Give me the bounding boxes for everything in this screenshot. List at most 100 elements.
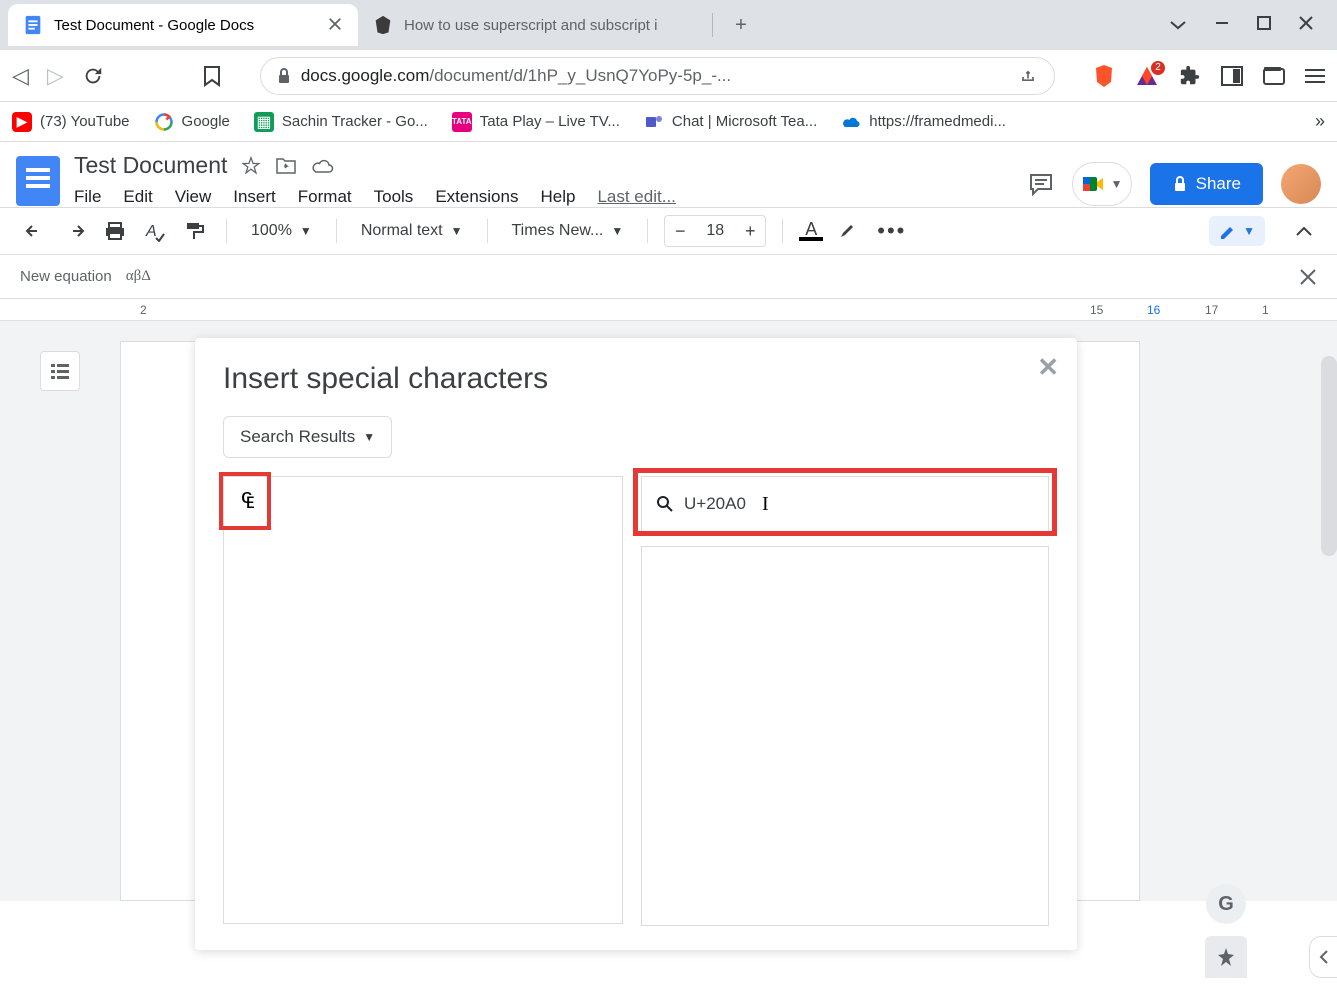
browser-tab-inactive[interactable]: How to use superscript and subscript i — [358, 4, 708, 46]
tab-bar: Test Document - Google Docs How to use s… — [0, 0, 1337, 50]
font-size-control: − 18 + — [664, 215, 766, 247]
highlight-button[interactable] — [833, 221, 863, 241]
extension-icons: 2 — [1093, 64, 1325, 88]
brave-shield-icon[interactable] — [1093, 64, 1115, 88]
bookmark-item[interactable]: Google — [154, 112, 230, 132]
category-dropdown[interactable]: Search Results ▼ — [223, 416, 392, 458]
draw-character-box[interactable] — [641, 546, 1049, 926]
close-window-icon[interactable] — [1299, 16, 1313, 34]
style-dropdown[interactable]: Normal text▼ — [353, 222, 471, 240]
back-button[interactable]: ◁ — [12, 63, 29, 89]
side-panel-expand[interactable] — [1309, 936, 1337, 978]
search-tabs-icon[interactable] — [1169, 16, 1187, 34]
url-bar[interactable]: docs.google.com/document/d/1hP_y_UsnQ7Yo… — [260, 57, 1055, 95]
browser-chrome: Test Document - Google Docs How to use s… — [0, 0, 1337, 142]
tab-separator — [712, 13, 713, 37]
tata-icon: TATA — [452, 112, 472, 132]
menu-help[interactable]: Help — [540, 187, 575, 207]
editing-mode-button[interactable]: ▼ — [1209, 216, 1265, 246]
menu-view[interactable]: View — [175, 187, 212, 207]
move-folder-icon[interactable] — [275, 157, 297, 175]
extensions-icon[interactable] — [1179, 65, 1201, 87]
close-equation-bar-icon[interactable] — [1299, 268, 1317, 286]
bookmarks-overflow-icon[interactable]: » — [1315, 111, 1325, 132]
bookmark-item[interactable]: TATA Tata Play – Live TV... — [452, 112, 620, 132]
share-url-icon[interactable] — [1018, 66, 1038, 86]
paint-format-button[interactable] — [180, 221, 210, 241]
nav-bar: ◁ ▷ docs.google.com/document/d/1hP_y_Usn… — [0, 50, 1337, 102]
comment-history-icon[interactable] — [1028, 172, 1054, 196]
maximize-icon[interactable] — [1257, 16, 1271, 34]
collapse-toolbar-button[interactable] — [1291, 225, 1317, 237]
dialog-title: Insert special characters — [223, 362, 1049, 396]
redo-button[interactable] — [60, 223, 90, 239]
close-icon[interactable] — [328, 17, 344, 33]
share-button[interactable]: Share — [1150, 163, 1263, 205]
character-result[interactable]: ₠ — [224, 477, 272, 525]
bookmark-icon[interactable] — [202, 65, 222, 87]
teams-icon — [644, 112, 664, 132]
brave-rewards-icon[interactable]: 2 — [1135, 65, 1159, 87]
tab-title: How to use superscript and subscript i — [404, 17, 694, 34]
dialog-close-button[interactable]: ✕ — [1037, 352, 1059, 383]
forward-button[interactable]: ▷ — [47, 63, 64, 89]
print-button[interactable] — [100, 221, 130, 241]
tab-title: Test Document - Google Docs — [54, 17, 318, 34]
brave-favicon-icon — [372, 14, 394, 36]
sheets-icon: ▦ — [254, 112, 274, 132]
account-avatar[interactable] — [1281, 164, 1321, 204]
special-characters-dialog: ✕ Insert special characters Search Resul… — [195, 338, 1077, 950]
docs-favicon-icon — [22, 14, 44, 36]
font-size-increase[interactable]: + — [735, 216, 765, 246]
cloud-status-icon[interactable] — [311, 157, 335, 175]
menu-file[interactable]: File — [74, 187, 101, 207]
bottom-widgets: G — [1205, 884, 1247, 978]
search-icon — [656, 495, 674, 513]
greek-letters-button[interactable]: αβΔ — [126, 268, 151, 285]
outline-toggle-button[interactable] — [40, 351, 80, 391]
bookmark-item[interactable]: ▶ (73) YouTube — [12, 112, 130, 132]
ruler[interactable]: 2 15 16 17 1 — [0, 299, 1337, 321]
bookmark-item[interactable]: ▦ Sachin Tracker - Go... — [254, 112, 428, 132]
bookmark-item[interactable]: https://framedmedi... — [841, 112, 1006, 132]
bookmark-item[interactable]: Chat | Microsoft Tea... — [644, 112, 817, 132]
vertical-scrollbar[interactable] — [1321, 356, 1337, 556]
menu-icon[interactable] — [1305, 68, 1325, 84]
undo-button[interactable] — [20, 223, 50, 239]
grammarly-icon[interactable]: G — [1206, 884, 1246, 924]
spellcheck-button[interactable]: A — [140, 220, 170, 242]
toolbar: A 100%▼ Normal text▼ Times New...▼ − 18 … — [0, 207, 1337, 255]
wallet-icon[interactable] — [1263, 66, 1285, 86]
svg-text:A: A — [145, 223, 157, 240]
new-equation-button[interactable]: New equation — [20, 268, 112, 285]
last-edit-link[interactable]: Last edit... — [597, 187, 675, 207]
star-icon[interactable] — [241, 156, 261, 176]
docs-logo-icon[interactable] — [16, 156, 60, 206]
character-search-box: I — [641, 476, 1049, 532]
sidebar-icon[interactable] — [1221, 66, 1243, 86]
minimize-icon[interactable] — [1215, 16, 1229, 34]
new-tab-button[interactable]: + — [725, 14, 757, 37]
font-size-decrease[interactable]: − — [665, 216, 695, 246]
lock-icon — [277, 68, 291, 84]
google-icon — [154, 112, 174, 132]
more-toolbar-button[interactable]: ••• — [873, 218, 910, 244]
character-search-input[interactable] — [684, 494, 1034, 514]
document-title[interactable]: Test Document — [74, 152, 227, 179]
menu-extensions[interactable]: Extensions — [435, 187, 518, 207]
character-grid: ₠ — [223, 476, 623, 924]
text-color-button[interactable]: A — [799, 221, 823, 241]
browser-tab-active[interactable]: Test Document - Google Docs — [8, 4, 358, 46]
cloud-icon — [841, 112, 861, 132]
bookmarks-bar: ▶ (73) YouTube Google ▦ Sachin Tracker -… — [0, 102, 1337, 142]
zoom-dropdown[interactable]: 100%▼ — [243, 222, 320, 240]
meet-button[interactable]: ▼ — [1072, 162, 1132, 206]
reload-button[interactable] — [82, 65, 104, 87]
font-dropdown[interactable]: Times New...▼ — [504, 222, 632, 240]
explore-button[interactable] — [1205, 936, 1247, 978]
menu-insert[interactable]: Insert — [233, 187, 276, 207]
menu-edit[interactable]: Edit — [123, 187, 152, 207]
menu-format[interactable]: Format — [298, 187, 352, 207]
font-size-value[interactable]: 18 — [695, 222, 735, 240]
menu-tools[interactable]: Tools — [374, 187, 414, 207]
